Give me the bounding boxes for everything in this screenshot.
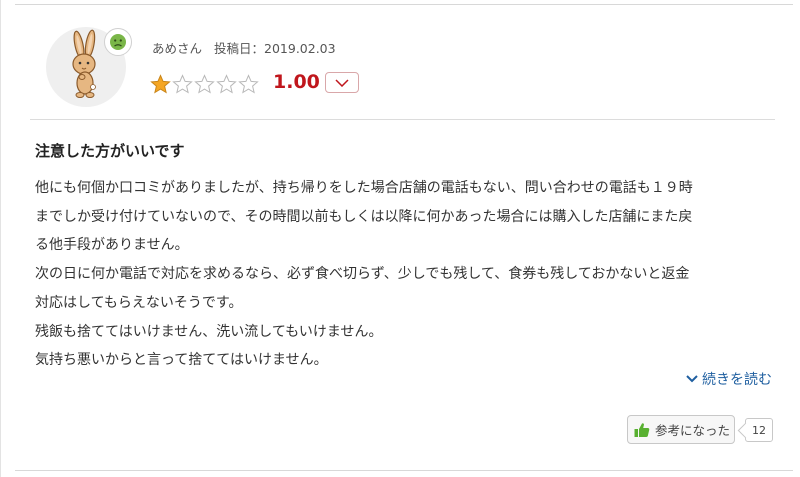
post-date: 2019.02.03 [264,41,336,56]
review-body-line: 次の日に何か電話で対応を求めるなら、必ず食べ切らず、少しでも残して、食券も残して… [35,266,690,283]
star-filled-icon [150,74,171,94]
thumbs-up-icon [634,422,650,437]
chevron-down-icon [686,375,698,383]
helpful-button[interactable]: 参考になった [627,415,735,444]
review-body-line: 気持ち悪いからと言って捨ててはいけません。 [35,352,328,369]
divider [30,119,775,120]
rating-detail-toggle-button[interactable] [325,72,359,93]
review-body-line: までしか受け付けていないので、その時間以前もしくは以降に何かあった場合には購入し… [35,208,693,225]
chevron-down-icon [335,78,349,87]
helpful-label: 参考になった [655,423,731,438]
star-empty-icon [194,74,215,94]
helpful-count: 12 [752,423,766,437]
star-empty-icon [216,74,237,94]
read-more-link[interactable]: 続きを読む [686,369,772,389]
read-more-label: 続きを読む [702,372,772,388]
review-body-line: 他にも何個か口コミがありましたが、持ち帰りをした場合店舗の電話もない、問い合わせ… [35,180,693,196]
rating-score: 1.00 [273,71,320,93]
review-body-line: 対応はしてもらえないそうです。 [35,294,243,311]
star-empty-icon [172,74,193,94]
star-rating [150,74,259,94]
star-empty-icon [238,74,259,94]
helpful-count-bubble: 12 [745,418,773,442]
sad-face-icon [110,34,126,50]
review-body: 他にも何個か口コミがありましたが、持ち帰りをした場合店舗の電話もない、問い合わせ… [35,174,777,375]
review-title: 注意した方がいいです [35,142,185,160]
left-frame-line [0,0,1,477]
review-meta: あめさん 投稿日：2019.02.03 [152,38,336,57]
review-body-line: 残飯も捨ててはいけません、洗い流してもいけません。 [35,323,383,340]
mood-badge [104,28,132,56]
reviewer-name: あめさん [152,41,203,56]
helpful-count-wrapper: 12 [737,418,773,442]
review-body-line: る他手段がありません。 [35,237,189,254]
post-date-label: 投稿日： [214,41,265,56]
